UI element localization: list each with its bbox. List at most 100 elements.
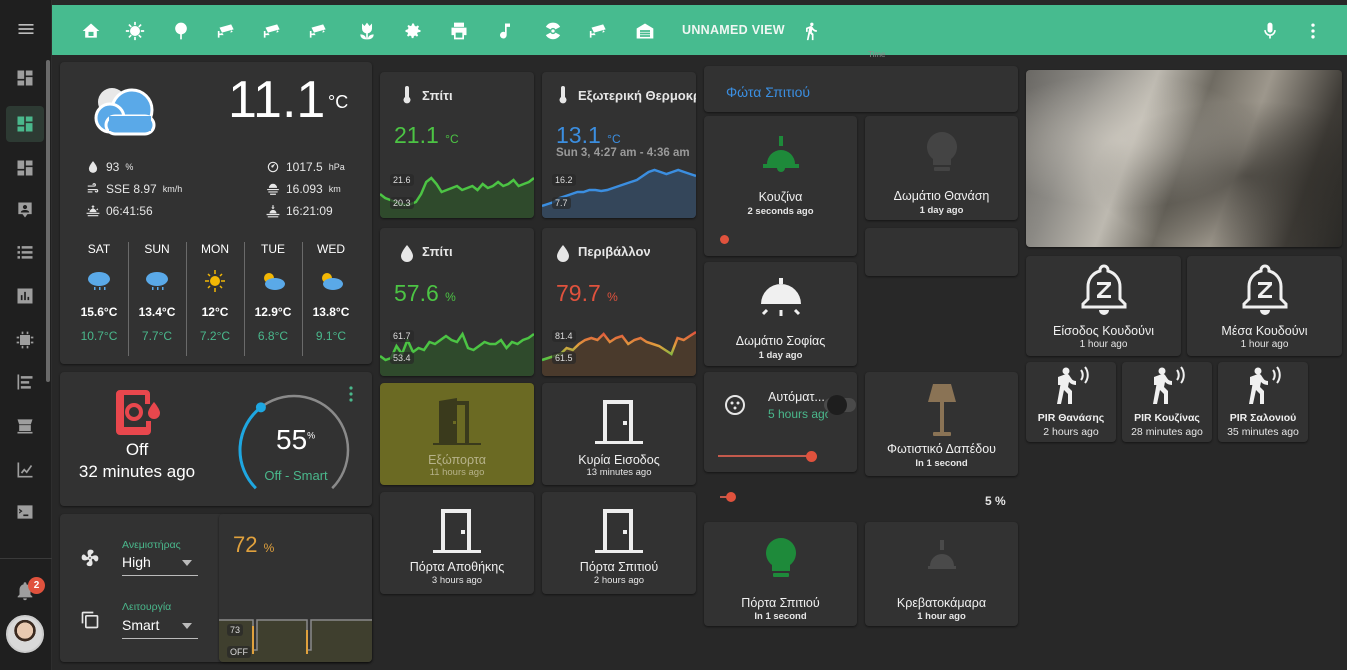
garage-icon[interactable] [634, 20, 656, 42]
sidebar-item-energy[interactable] [6, 452, 44, 488]
forecast-day-label: WED [317, 242, 345, 256]
cctv-icon[interactable] [262, 20, 284, 42]
doorbell-card-inside[interactable]: Μέσα Κουδούνι 1 hour ago [1187, 256, 1342, 356]
sunrise-time: 06:41:56 [106, 204, 153, 218]
sidebar-item-hardware[interactable] [6, 322, 44, 358]
visibility-value: 16.093 [286, 182, 323, 196]
dial-thumb[interactable] [255, 402, 266, 413]
home-icon[interactable] [80, 20, 102, 42]
humidifier-more-button[interactable] [349, 386, 353, 402]
light-card-house-door[interactable]: Πόρτα Σπιτιού In 1 second [704, 522, 857, 626]
wind-unit: km/h [162, 184, 183, 194]
forecast-low: 7.2°C [199, 329, 231, 343]
humidifier-card[interactable]: Off 32 minutes ago 55% Off - Smart [60, 372, 372, 506]
sidebar-item-overview[interactable] [6, 60, 44, 96]
light-last-changed: In 1 second [754, 611, 807, 622]
weather-card[interactable]: 11.1 °C 93% SSE 8.97 km/h 06:41:56 1017.5… [60, 62, 372, 364]
light-brightness-slider[interactable] [720, 235, 729, 244]
doorbell-last-changed: 1 hour ago [1079, 339, 1128, 350]
sidebar-item-history[interactable] [6, 278, 44, 314]
door-card-main-entrance[interactable]: Κυρία Εισοδος 13 minutes ago [542, 383, 696, 485]
menu-button[interactable] [0, 0, 52, 58]
light-card-bedroom[interactable]: Κρεβατοκάμαρα 1 hour ago [865, 522, 1018, 626]
fan-speed-select[interactable]: High [122, 554, 198, 576]
sensor-card-outdoor-temp[interactable]: Εξωτερική Θερμοκρασία 13.1 °C Sun 3, 4:2… [542, 72, 696, 218]
dots-vertical-icon[interactable] [1302, 20, 1324, 42]
lightbulb-icon [765, 538, 796, 577]
tree-icon[interactable] [170, 20, 192, 42]
doorbell-card-entrance[interactable]: Είσοδος Κουδούνι 1 hour ago [1026, 256, 1181, 356]
door-last-changed: 11 hours ago [429, 467, 485, 478]
pir-name: PIR Κουζίνας [1134, 412, 1200, 424]
automation-toggle[interactable] [824, 395, 856, 415]
sidebar-item-dashboard-active[interactable] [6, 106, 44, 142]
door-card-storage[interactable]: Πόρτα Αποθήκης 3 hours ago [380, 492, 534, 594]
light-card-empty [865, 228, 1018, 276]
automation-card[interactable]: Αυτόματ... 5 hours ago [704, 372, 857, 472]
dots-vertical-icon [349, 386, 353, 402]
sensor-card-environment-humidity[interactable]: Περιβάλλον 79.7 % 81.4 61.5 [542, 228, 696, 376]
light-name: Πόρτα Σπιτιού [741, 596, 820, 610]
light-slider-thumb[interactable] [806, 451, 817, 462]
light-card-floor-lamp[interactable]: Φωτιστικό Δαπέδου In 1 second [865, 372, 1018, 476]
light-card-sofia-room[interactable]: Δωμάτιο Σοφίας 1 day ago [704, 262, 857, 366]
automation-last-triggered: 5 hours ago [768, 407, 828, 421]
pir-card-kitchen[interactable]: PIR Κουζίνας 28 minutes ago [1122, 362, 1212, 442]
sensor-max: 61.7 [390, 330, 414, 342]
sensor-unit: % [607, 290, 618, 304]
cctv-icon[interactable] [216, 20, 238, 42]
avatar[interactable] [6, 615, 44, 653]
virus-icon[interactable] [124, 20, 146, 42]
sidebar-scrollbar[interactable] [46, 60, 50, 382]
sidebar: 2 [0, 0, 52, 670]
sensor-min: 61.5 [552, 352, 576, 364]
printer-icon[interactable] [448, 20, 470, 42]
format-list-icon [17, 374, 33, 390]
door-card-house[interactable]: Πόρτα Σπιτιού 2 hours ago [542, 492, 696, 594]
forecast-day-label: SAT [87, 242, 111, 256]
automation-name: Αυτόματ... [768, 390, 825, 404]
tulip-icon[interactable] [356, 20, 378, 42]
sidebar-item-logbook[interactable] [6, 364, 44, 400]
dimmer-slider-thumb[interactable] [726, 492, 736, 502]
sidebar-item-list[interactable] [6, 234, 44, 270]
sensor-card-home-humidity[interactable]: Σπίτι 57.6 % 61.7 53.4 [380, 228, 534, 376]
forecast-high: 12°C [201, 305, 229, 319]
sidebar-item-dashboard-2[interactable] [6, 150, 44, 186]
motion-sensor-icon [1057, 366, 1089, 404]
chevron-down-icon [182, 560, 192, 566]
fan-graph-card[interactable]: 72 % 73 OFF [219, 514, 372, 662]
humidity-value: 93 [106, 160, 120, 174]
pir-card-living-room[interactable]: PIR Σαλονιού 35 minutes ago [1218, 362, 1308, 442]
humidifier-target-value: 55% [276, 424, 315, 456]
radioactive-icon[interactable] [542, 20, 564, 42]
sidebar-item-account[interactable] [6, 192, 44, 228]
sensor-card-home-temp[interactable]: Σπίτι 21.1 °C 21.6 20.3 [380, 72, 534, 218]
humidity-unit: % [125, 162, 134, 172]
sidebar-item-hacs[interactable] [6, 408, 44, 444]
microphone-icon[interactable] [1259, 20, 1281, 42]
terminal-icon [17, 505, 33, 519]
pir-card-thanasis[interactable]: PIR Θανάσης 2 hours ago [1026, 362, 1116, 442]
music-note-icon[interactable] [494, 20, 516, 42]
door-card-front[interactable]: Εξώπορτα 11 hours ago [380, 383, 534, 485]
light-name: Δωμάτιο Σοφίας [735, 334, 826, 348]
door-name: Πόρτα Σπιτιού [579, 560, 659, 574]
view-title[interactable]: UNNAMED VIEW [682, 23, 785, 37]
camera-feed[interactable] [1026, 70, 1342, 247]
light-card-kitchen[interactable]: Κουζίνα 2 seconds ago [704, 116, 857, 256]
cctv-icon[interactable] [588, 20, 610, 42]
fan-mode-select[interactable]: Smart [122, 617, 198, 639]
current-temperature: 11.1 [228, 71, 326, 129]
cctv-icon[interactable] [308, 20, 330, 42]
gear-icon[interactable] [402, 20, 424, 42]
pir-last-changed: 35 minutes ago [1227, 426, 1299, 438]
walk-icon[interactable] [800, 20, 822, 42]
sensor-name: Σπίτι [422, 88, 453, 103]
light-card-thanasis-room[interactable]: Δωμάτιο Θανάση 1 day ago [865, 116, 1018, 220]
water-drop-icon [88, 161, 98, 173]
forecast-high: 13.8°C [312, 305, 350, 319]
light-slider-track[interactable] [718, 455, 810, 457]
sidebar-item-terminal[interactable] [6, 494, 44, 530]
door-open-icon [433, 398, 481, 445]
